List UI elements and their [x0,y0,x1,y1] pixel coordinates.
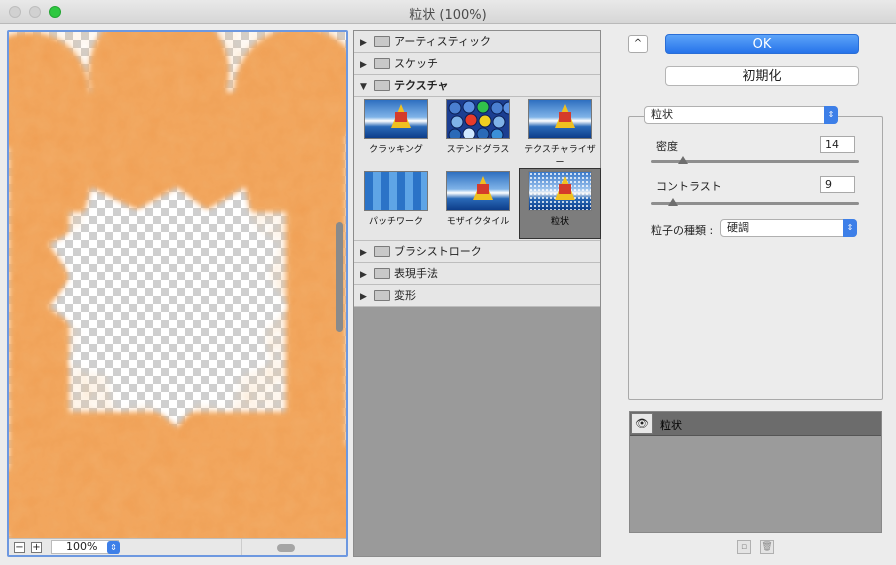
filter-preview-image [446,171,510,211]
folder-icon [374,58,390,69]
ok-button[interactable]: OK [665,34,859,54]
filter-thumb-craquelure[interactable]: クラッキング [356,97,436,167]
folder-icon [374,268,390,279]
category-sketch[interactable]: ▶ スケッチ [354,53,600,75]
eye-icon[interactable]: 👁 [631,413,653,434]
filter-settings-group [628,116,883,400]
contrast-slider-track[interactable] [651,202,859,205]
zoom-out-button[interactable]: − [14,542,25,553]
folder-icon [374,290,390,301]
filter-select[interactable]: 粒状 ⇕ [644,106,838,124]
filter-label: モザイクタイル [446,217,510,227]
preview-image [9,32,346,555]
disclosure-right-icon: ▶ [360,270,367,280]
filter-select-value: 粒状 [651,108,673,121]
filter-thumb-patchwork[interactable]: パッチワーク [356,169,436,239]
trash-icon[interactable]: 🗑 [760,540,774,554]
filter-thumb-mosaic-tiles[interactable]: モザイクタイル [438,169,518,239]
density-label: 密度 [656,140,678,153]
filter-preview-image [528,171,592,211]
grain-type-select[interactable]: 硬調 ⇕ [720,219,857,237]
filter-preview-image [364,99,428,139]
collapse-gallery-button[interactable]: ^ [628,35,648,53]
preview-pane[interactable]: − + 100% ⇕ [7,30,348,557]
filter-label: クラッキング [369,145,423,155]
reset-button[interactable]: 初期化 [665,66,859,86]
window-title: 粒状 (100%) [409,8,487,23]
preview-canvas[interactable] [9,32,346,555]
category-label: アーティスティック [394,35,492,48]
disclosure-right-icon: ▶ [360,60,367,70]
category-label: スケッチ [394,57,438,70]
grain-type-value: 硬調 [727,221,749,234]
sail-stripe [477,184,489,194]
folder-icon [374,36,390,47]
category-brush-strokes[interactable]: ▶ ブラシストローク [354,241,600,263]
sail-stripe [395,112,407,122]
category-artistic[interactable]: ▶ アーティスティック [354,31,600,53]
filter-preview-image [528,99,592,139]
filter-label: 粒状 [550,217,569,227]
zoom-in-button[interactable]: + [31,542,42,553]
filter-gallery: ▶ アーティスティック ▶ スケッチ ▼ テクスチャ クラッキング ステンドグラス [353,30,601,557]
effect-layer-label: 粒状 [660,419,682,432]
grain-type-label: 粒子の種類 : [651,224,714,237]
dropdown-arrow-icon: ⇕ [843,219,857,237]
category-distort[interactable]: ▶ 変形 [354,285,600,307]
preview-footer: − + 100% ⇕ [9,538,346,555]
filter-label: テクスチャライザー [524,145,596,168]
effect-layers-list: 👁 粒状 [629,411,882,533]
filter-thumb-stained-glass[interactable]: ステンドグラス [438,97,518,167]
filter-preview-image [364,171,428,211]
sail-stripe [559,112,571,122]
disclosure-right-icon: ▶ [360,292,367,302]
contrast-slider-thumb[interactable] [668,198,678,206]
disclosure-right-icon: ▶ [360,248,367,258]
contrast-label: コントラスト [656,180,722,193]
stained-glass-pattern [448,100,509,138]
disclosure-down-icon: ▼ [360,82,367,92]
filter-thumb-texturizer[interactable]: テクスチャライザー [520,97,600,168]
new-effect-layer-button[interactable]: ▫ [737,540,751,554]
effect-layer-row[interactable]: 👁 粒状 [630,412,881,436]
category-stylize[interactable]: ▶ 表現手法 [354,263,600,285]
category-label: 表現手法 [394,267,438,280]
sail-stripe [559,184,571,194]
zoom-dropdown-arrow-icon[interactable]: ⇕ [107,541,120,554]
category-label: テクスチャ [394,79,449,92]
category-label: 変形 [394,289,416,302]
filter-preview-image [446,99,510,139]
folder-open-icon [374,80,390,91]
texture-thumbnails: クラッキング ステンドグラス テクスチャライザー パッチワーク モザイクタイル … [354,97,601,241]
filter-label: ステンドグラス [446,145,510,155]
dropdown-arrow-icon: ⇕ [824,106,838,124]
title-bar: 粒状 (100%) [0,0,896,24]
density-slider-thumb[interactable] [678,156,688,164]
category-label: ブラシストローク [394,245,482,258]
filter-label: パッチワーク [368,217,423,227]
contrast-input[interactable]: 9 [820,176,855,193]
density-input[interactable]: 14 [820,136,855,153]
category-texture[interactable]: ▼ テクスチャ [354,75,600,97]
disclosure-right-icon: ▶ [360,38,367,48]
preview-vertical-scrollbar[interactable] [336,222,343,332]
preview-horizontal-scroll-thumb[interactable] [277,544,295,552]
filter-thumb-grain[interactable]: 粒状 [519,168,601,239]
folder-icon [374,246,390,257]
